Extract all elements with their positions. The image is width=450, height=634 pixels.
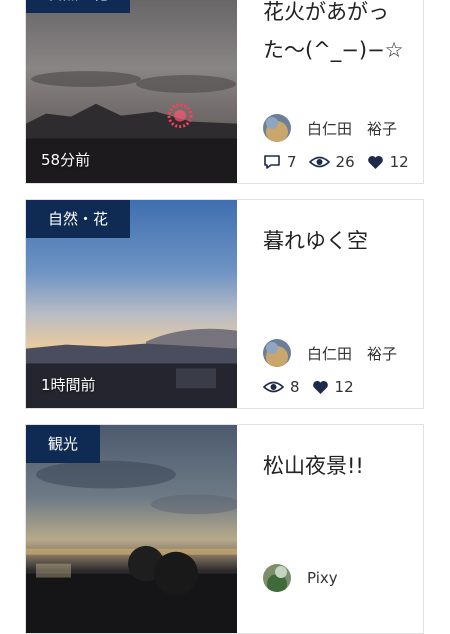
- heart-icon[interactable]: [312, 380, 329, 395]
- comment-count: 7: [263, 153, 297, 171]
- eye-icon: [263, 381, 284, 393]
- post-card[interactable]: 自然・花 1時間前 暮れゆく空 白仁田 裕子 8 12: [25, 199, 424, 409]
- avatar: [263, 339, 291, 367]
- post-thumbnail[interactable]: 観光: [26, 425, 237, 633]
- author-name: 白仁田 裕子: [307, 344, 398, 363]
- category-badge[interactable]: 自然・花: [26, 0, 131, 13]
- view-count: 26: [308, 153, 355, 171]
- post-stats: 8 12: [263, 378, 366, 396]
- post-time: 58分前: [41, 151, 91, 169]
- like-count[interactable]: 12: [367, 153, 409, 171]
- heart-icon[interactable]: [367, 155, 384, 170]
- post-card[interactable]: 観光 松山夜景!! Pixy: [25, 424, 424, 634]
- view-count: 8: [263, 378, 300, 396]
- post-thumbnail[interactable]: 自然・花 58分前: [26, 0, 237, 183]
- post-card[interactable]: 自然・花 58分前 花火があがった〜(^_−)−☆ 白仁田 裕子 7 26: [25, 0, 424, 184]
- author-name: Pixy: [307, 569, 338, 587]
- post-stats: 7 26 12: [263, 153, 421, 171]
- post-title[interactable]: 暮れゆく空: [263, 222, 413, 260]
- author-name: 白仁田 裕子: [307, 119, 398, 138]
- category-badge[interactable]: 観光: [26, 425, 101, 463]
- post-time: 1時間前: [41, 376, 96, 394]
- post-author[interactable]: Pixy: [263, 564, 338, 592]
- post-title[interactable]: 松山夜景!!: [263, 447, 413, 485]
- comment-icon: [264, 155, 280, 169]
- post-thumbnail[interactable]: 自然・花 1時間前: [26, 200, 237, 408]
- category-badge[interactable]: 自然・花: [26, 200, 131, 238]
- avatar: [263, 564, 291, 592]
- avatar: [263, 114, 291, 142]
- post-author[interactable]: 白仁田 裕子: [263, 339, 397, 367]
- post-author[interactable]: 白仁田 裕子: [263, 114, 397, 142]
- post-title[interactable]: 花火があがった〜(^_−)−☆: [263, 0, 413, 69]
- eye-icon: [308, 156, 330, 168]
- like-count[interactable]: 12: [312, 378, 354, 396]
